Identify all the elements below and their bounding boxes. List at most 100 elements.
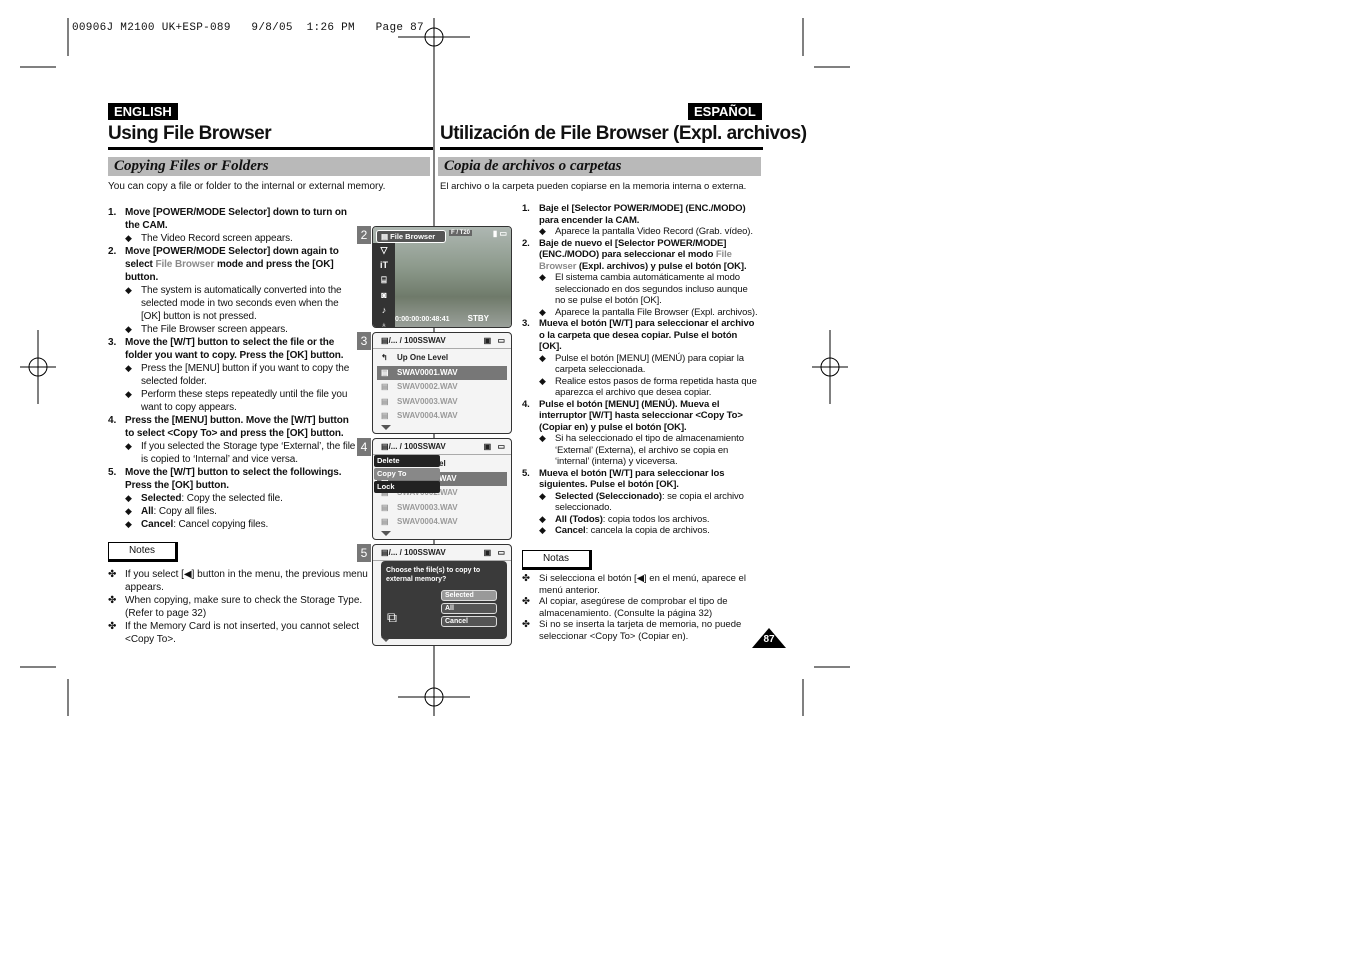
option-description: : Cancel copying files.: [173, 519, 269, 530]
step: 4. Pulse el botón [MENU] (MENÚ). Mueva el…: [522, 399, 758, 468]
note-item: When copying, make sure to check the Sto…: [108, 594, 370, 620]
note-item: Si selecciona el botón [◀] en el menú, a…: [522, 573, 758, 596]
step-bullet: The system is automatically converted in…: [125, 284, 358, 323]
option-name: Cancel: [141, 519, 174, 530]
step-bullet: The File Browser screen appears.: [125, 323, 358, 336]
step-bullet: Aparece la pantalla File Browser (Expl. …: [539, 307, 758, 319]
step: 2. Move [POWER/MODE Selector] down again …: [108, 245, 358, 336]
option-description: : Copy all files.: [153, 506, 217, 517]
step-text: Move the [W/T] button to select the foll…: [125, 467, 342, 491]
menu-delete[interactable]: Delete: [374, 455, 440, 467]
step: 5. Mueva el botón [W/T] para seleccionar …: [522, 468, 758, 537]
screen-file-browser-mode: ▤ File Browser F / T20 ▮ ▭ ▽ iT ⌸ ◙ ♪ ♁ 0:00:…: [372, 226, 512, 328]
step-bullet: All (Todos): copia todos los archivos.: [539, 514, 758, 526]
step-number: 1.: [522, 203, 530, 214]
screen-number: 3: [357, 332, 371, 350]
step-text: Baje el [Selector POWER/MODE] (ENC./MODO…: [539, 203, 746, 226]
section-heading-english: Copying Files or Folders: [108, 157, 430, 176]
note-item: If you select [◀] button in the menu, th…: [108, 568, 370, 594]
note-item: If the Memory Card is not inserted, you …: [108, 620, 370, 646]
step-number: 3.: [522, 318, 530, 329]
step-text: Move [POWER/MODE Selector] down to turn …: [125, 207, 347, 231]
folder-path: /... / 100SSWAV: [388, 442, 446, 451]
step-instruction: Mueva el botón [W/T] para seleccionar lo…: [539, 468, 758, 491]
option-cancel[interactable]: Cancel: [441, 616, 497, 627]
language-badge-english: ENGLISH: [108, 103, 178, 120]
screen-number: 4: [357, 438, 371, 456]
option-selected[interactable]: Selected: [441, 590, 497, 601]
step-number: 2.: [108, 246, 117, 257]
menu-copy-to[interactable]: Copy To: [374, 468, 440, 480]
counter: F / T20: [449, 230, 473, 236]
screen-header: ▤/... / 100SSWAV ▣ ▭: [373, 439, 511, 455]
step: 1. Baje el [Selector POWER/MODE] (ENC./MO…: [522, 203, 758, 238]
notes-label-spanish: Notas: [522, 550, 592, 570]
step-instruction: Mueva el botón [W/T] para seleccionar el…: [539, 318, 758, 353]
step-bullet: Cancel: Cancel copying files.: [125, 518, 358, 531]
steps-english: 1. Move [POWER/MODE Selector] down to tur…: [108, 206, 358, 531]
up-one-level[interactable]: Up One Level: [377, 351, 507, 366]
mode-sidebar: ▽ iT ⌸ ◙ ♪ ♁: [373, 243, 395, 327]
note-item: Al copiar, asegúrese de comprobar el tip…: [522, 596, 758, 619]
step: 1. Move [POWER/MODE Selector] down to tur…: [108, 206, 358, 245]
step-text: Mueva el botón [W/T] para seleccionar el…: [539, 318, 755, 352]
option-name: Selected (Seleccionado): [555, 490, 662, 502]
step: 5. Move the [W/T] button to select the fo…: [108, 466, 358, 531]
screen-file-list: ▤/... / 100SSWAV▣ ▭ Up One Level SWAV000…: [372, 332, 512, 434]
step-number: 4.: [108, 415, 117, 426]
step-bullet: Realice estos pasos de forma repetida ha…: [539, 376, 758, 399]
scroll-down-icon[interactable]: [381, 531, 391, 536]
section-heading-spanish: Copia de archivos o carpetas: [438, 157, 761, 176]
option-name: All (Todos): [555, 513, 603, 525]
intro-english: You can copy a file or folder to the int…: [108, 181, 386, 192]
steps-spanish: 1. Baje el [Selector POWER/MODE] (ENC./MO…: [522, 203, 758, 537]
step-instruction: Move [POWER/MODE Selector] down to turn …: [125, 206, 358, 232]
file-browser-tab: ▤ File Browser: [376, 230, 446, 243]
title-rule: [108, 147, 433, 150]
step-bullet: Si ha seleccionado el tipo de almacenami…: [539, 433, 758, 468]
status-stby: STBY: [467, 314, 489, 323]
step: 3. Mueva el botón [W/T] para seleccionar …: [522, 318, 758, 399]
screen-menu: ▤/... / 100SSWAV▣ ▭ el WAV SWAV0002.WAV …: [372, 438, 512, 540]
language-badge-spanish: ESPAÑOL: [688, 103, 762, 120]
screen-header: ▤/... / 100SSWAV ▣ ▭: [373, 545, 511, 561]
file-item[interactable]: SWAV0004.WAV: [377, 409, 507, 424]
option-all[interactable]: All: [441, 603, 497, 614]
step-bullet: Cancel: cancela la copia de archivos.: [539, 525, 758, 537]
file-item[interactable]: SWAV0001.WAV: [377, 365, 507, 380]
step-bullet: Press the [MENU] button if you want to c…: [125, 362, 358, 388]
step-number: 2.: [522, 237, 530, 249]
copy-icon: ⧉: [387, 609, 397, 625]
step-bullet: Pulse el botón [MENU] (MENÚ) para copiar…: [539, 353, 758, 376]
screen-header: ▤/... / 100SSWAV ▣ ▭: [373, 333, 511, 349]
step-instruction: Move the [W/T] button to select the file…: [125, 336, 358, 362]
storage-battery-icons: ▣ ▭: [483, 336, 507, 345]
step-bullet: El sistema cambia automáticamente al mod…: [539, 272, 758, 307]
option-description: : copia todos los archivos.: [602, 513, 710, 525]
step-text: Baje de nuevo el [Selector POWER/MODE] (…: [539, 237, 727, 261]
step-bullet: Selected: Copy the selected file.: [125, 492, 358, 505]
option-name: Cancel: [555, 525, 586, 536]
step-instruction: Baje el [Selector POWER/MODE] (ENC./MODO…: [539, 203, 758, 226]
dialog-question: Choose the file(s) to copy to external m…: [386, 567, 481, 583]
step-text: (Expl. archivos) y pulse el botón [OK].: [576, 260, 747, 272]
file-item[interactable]: SWAV0003.WAV: [377, 501, 507, 516]
step-text: Move the [W/T] button to select the file…: [125, 337, 344, 361]
file-item[interactable]: SWAV0002.WAV: [377, 380, 507, 395]
step-bullet: If you selected the Storage type ‘Extern…: [125, 440, 358, 466]
step-number: 5.: [522, 467, 530, 479]
step-instruction: Move [POWER/MODE Selector] down again to…: [125, 245, 358, 284]
screen-copy-dialog: ▤/... / 100SSWAV ▣ ▭ Choose the file(s) t…: [372, 544, 512, 646]
menu-lock[interactable]: Lock: [374, 481, 440, 493]
scroll-down-icon[interactable]: [381, 425, 391, 430]
file-item[interactable]: SWAV0003.WAV: [377, 395, 507, 410]
folder-path: /... / 100SSWAV: [388, 548, 446, 557]
step: 3. Move the [W/T] button to select the fi…: [108, 336, 358, 414]
highlight-mode-name: File Browser: [155, 259, 215, 270]
tab-label: File Browser: [390, 232, 436, 241]
step-number: 4.: [522, 398, 530, 410]
page-title-spanish: Utilización de File Browser (Expl. archi…: [440, 123, 807, 144]
file-item[interactable]: SWAV0004.WAV: [377, 515, 507, 530]
timecode: 0:00:00:00:48:41: [395, 316, 450, 323]
step-number: 3.: [108, 337, 117, 348]
